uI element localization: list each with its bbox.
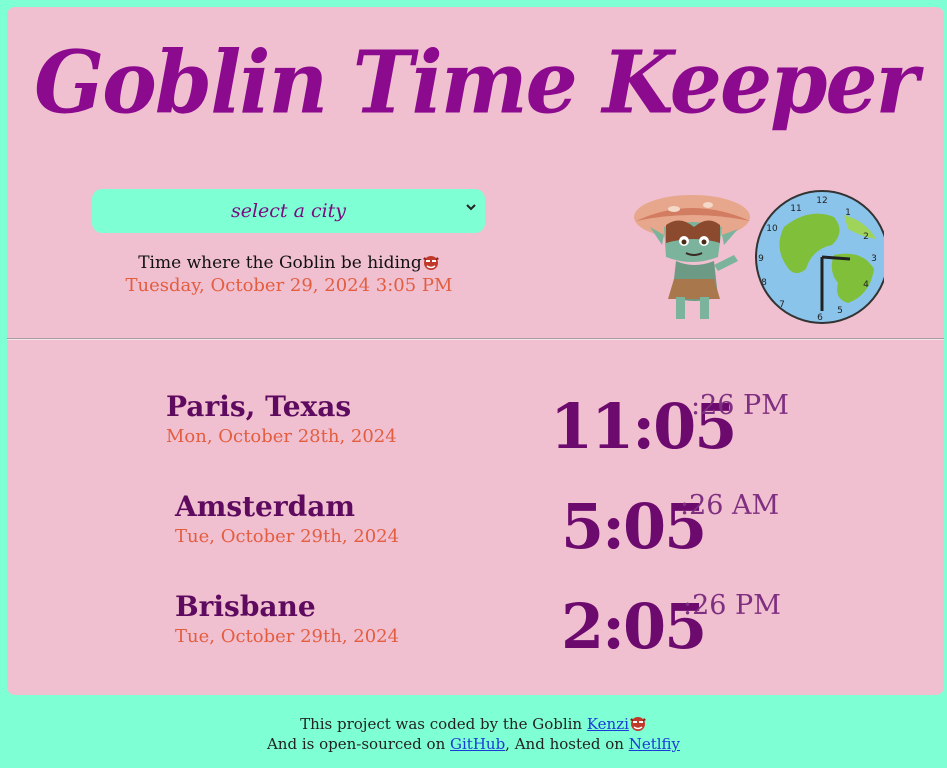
svg-text:9: 9 <box>758 254 764 264</box>
city-select[interactable]: select a city <box>92 189 485 233</box>
city-name: Paris, Texas <box>166 390 352 423</box>
city-date: Tue, October 29th, 2024 <box>175 526 400 547</box>
globe-clock-image: 12 1 2 3 4 5 6 7 8 9 10 11 <box>755 190 884 324</box>
svg-text:8: 8 <box>761 278 767 288</box>
svg-text:6: 6 <box>817 313 823 323</box>
footer-source-text: And is open-sourced on <box>266 735 451 753</box>
local-time-label-row: Time where the Goblin be hiding <box>107 253 471 273</box>
svg-text:7: 7 <box>779 300 785 310</box>
chevron-down-icon <box>465 201 477 217</box>
svg-text:5: 5 <box>837 306 843 316</box>
svg-text:11: 11 <box>790 204 801 214</box>
main-card: Goblin Time Keeper select a city Time wh… <box>7 7 944 695</box>
city-date: Tue, October 29th, 2024 <box>175 626 400 647</box>
svg-text:4: 4 <box>863 280 869 290</box>
header-illustration: 12 1 2 3 4 5 6 7 8 9 10 11 <box>634 190 884 324</box>
city-name: Amsterdam <box>175 490 355 523</box>
local-datetime: Tuesday, October 29, 2024 3:05 PM <box>125 275 453 296</box>
city-seconds: :26 AM <box>680 490 780 521</box>
svg-text:10: 10 <box>766 224 778 234</box>
author-link[interactable]: Kenzi <box>587 715 629 733</box>
github-link[interactable]: GitHub <box>450 735 505 753</box>
local-time-label: Time where the Goblin be hiding <box>138 253 422 273</box>
netlify-link[interactable]: Netlfiy <box>629 735 680 753</box>
page-title: Goblin Time Keeper <box>34 32 919 134</box>
footer-hosted-text: , And hosted on <box>505 735 629 753</box>
city-seconds: :26 PM <box>683 590 781 621</box>
footer-line-1: This project was coded by the Goblin Ken… <box>0 714 947 734</box>
footer-credit-text: This project was coded by the Goblin <box>300 715 587 733</box>
footer-line-2: And is open-sourced on GitHub, And hoste… <box>0 734 947 754</box>
goblin-face-icon <box>422 253 440 271</box>
svg-text:3: 3 <box>871 254 877 264</box>
svg-text:1: 1 <box>845 208 851 218</box>
city-date: Mon, October 28th, 2024 <box>166 426 397 447</box>
goblin-face-icon <box>629 714 647 732</box>
city-name: Brisbane <box>175 590 316 623</box>
city-select-value: select a city <box>230 200 347 222</box>
svg-text:12: 12 <box>816 196 827 206</box>
footer: This project was coded by the Goblin Ken… <box>0 714 947 754</box>
section-divider <box>7 338 944 340</box>
city-seconds: :26 PM <box>691 390 789 421</box>
svg-text:2: 2 <box>863 232 869 242</box>
goblin-mascot-image <box>634 195 750 319</box>
